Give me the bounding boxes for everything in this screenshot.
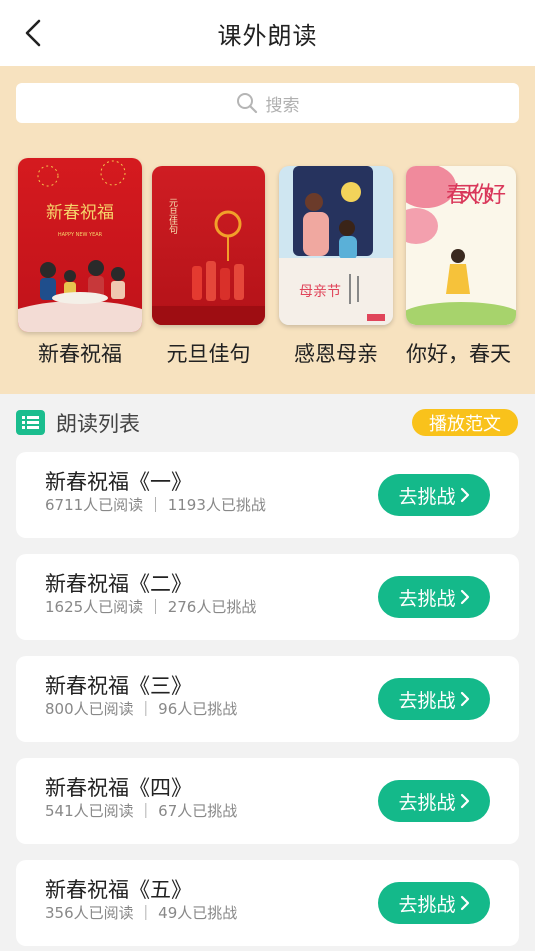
challenge-button[interactable]: 去挑战 (378, 882, 490, 924)
list-icon (16, 410, 45, 435)
category-cover: 新春祝福 HAPPY NEW YEAR (18, 158, 142, 332)
challenge-button[interactable]: 去挑战 (378, 576, 490, 618)
chevron-left-icon (25, 19, 41, 47)
page-title: 课外朗读 (217, 21, 318, 50)
cover-heading: 元旦佳句 (167, 198, 178, 235)
challenge-button[interactable]: 去挑战 (378, 678, 490, 720)
cover-illustration: 春天你好 (406, 166, 516, 325)
back-button[interactable] (18, 18, 48, 48)
chevron-right-icon (460, 793, 469, 809)
item-stats: 356人已阅读 ｜ 49人已挑战 (45, 904, 238, 922)
item-stats: 1625人已阅读 ｜ 276人已挑战 (45, 598, 257, 616)
category-cover: 元旦佳句 (152, 166, 265, 325)
category-label: 元旦佳句 (166, 342, 251, 366)
category-label: 感恩母亲 (294, 342, 378, 366)
list-item[interactable]: 新春祝福《三》 800人已阅读 ｜ 96人已挑战 去挑战 (16, 656, 519, 742)
list-item[interactable]: 新春祝福《二》 1625人已阅读 ｜ 276人已挑战 去挑战 (16, 554, 519, 640)
cover-heading: 母亲节 (299, 284, 341, 300)
category-label: 你好，春天 (406, 342, 511, 366)
cover-illustration: 母亲节 (279, 166, 393, 325)
item-title: 新春祝福《四》 (45, 776, 192, 800)
challenge-button[interactable]: 去挑战 (378, 474, 490, 516)
item-title: 新春祝福《三》 (45, 674, 192, 698)
item-title: 新春祝福《五》 (45, 878, 192, 902)
cover-illustration: 元旦佳句 (152, 198, 265, 325)
cover-heading: 春天你好 (446, 183, 506, 208)
challenge-label: 去挑战 (398, 893, 456, 916)
section-title: 朗读列表 (56, 412, 140, 436)
category-cover: 春天你好 (406, 166, 516, 325)
item-stats: 541人已阅读 ｜ 67人已挑战 (45, 802, 238, 820)
category-label: 新春祝福 (38, 342, 122, 366)
cover-illustration: 新春祝福 HAPPY NEW YEAR (18, 160, 142, 332)
challenge-label: 去挑战 (398, 485, 456, 508)
list-item[interactable]: 新春祝福《一》 6711人已阅读 ｜ 1193人已挑战 去挑战 (16, 452, 519, 538)
item-title: 新春祝福《一》 (45, 470, 192, 494)
chevron-right-icon (460, 487, 469, 503)
challenge-label: 去挑战 (398, 689, 456, 712)
challenge-button[interactable]: 去挑战 (378, 780, 490, 822)
item-stats: 800人已阅读 ｜ 96人已挑战 (45, 700, 238, 718)
chevron-right-icon (460, 895, 469, 911)
list-item[interactable]: 新春祝福《五》 356人已阅读 ｜ 49人已挑战 去挑战 (16, 860, 519, 946)
challenge-label: 去挑战 (398, 587, 456, 610)
category-banner: 搜索 新春祝福 HAPPY NEW YEAR 新春祝福 元旦佳句 元旦佳句 母亲… (0, 66, 535, 394)
list-item[interactable]: 新春祝福《四》 541人已阅读 ｜ 67人已挑战 去挑战 (16, 758, 519, 844)
item-title: 新春祝福《二》 (45, 572, 192, 596)
search-input[interactable]: 搜索 (16, 83, 519, 123)
cover-heading: 新春祝福 (46, 203, 114, 223)
category-cover: 母亲节 (279, 166, 393, 325)
top-bar: 课外朗读 (0, 0, 535, 66)
search-placeholder: 搜索 (265, 95, 300, 116)
search-icon (236, 93, 257, 114)
cover-subtitle: HAPPY NEW YEAR (58, 232, 103, 238)
item-stats: 6711人已阅读 ｜ 1193人已挑战 (45, 496, 266, 514)
chevron-right-icon (460, 691, 469, 707)
challenge-label: 去挑战 (398, 791, 456, 814)
chevron-right-icon (460, 589, 469, 605)
play-sample-button[interactable]: 播放范文 (412, 409, 518, 436)
reading-list-header: 朗读列表 播放范文 (0, 394, 535, 450)
